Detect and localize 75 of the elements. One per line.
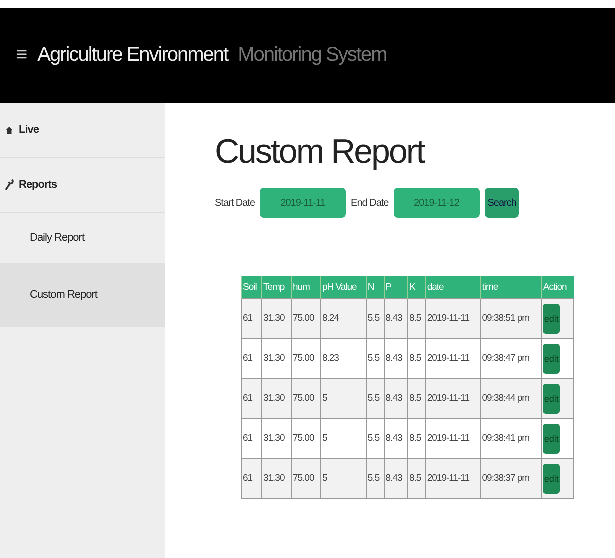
table-cell: 09:38:41 pm: [480, 418, 542, 458]
table-cell: 5: [320, 418, 366, 458]
table-cell: 31.30: [262, 298, 292, 338]
table-cell: 2019-11-11: [426, 378, 481, 418]
table-cell: 75.00: [291, 418, 321, 458]
column-header: K: [408, 276, 426, 298]
page-title: Custom Report: [215, 133, 426, 172]
table-cell: 75.00: [291, 338, 321, 378]
table-cell: 2019-11-11: [426, 338, 481, 378]
table-cell: 8.5: [408, 458, 426, 498]
table-cell: 61: [242, 378, 262, 418]
column-header: date: [426, 276, 481, 298]
edit-button[interactable]: edit: [543, 304, 560, 334]
table-cell: 09:38:37 pm: [480, 458, 542, 498]
sidebar-item[interactable]: Reports: [0, 158, 165, 213]
table-cell: 8.23: [320, 338, 366, 378]
app-subtitle: Monitoring System: [238, 44, 387, 67]
table-cell: 09:38:47 pm: [480, 338, 542, 378]
edit-button[interactable]: edit: [543, 384, 560, 414]
menu-icon[interactable]: ≡: [16, 44, 28, 67]
start-date-field[interactable]: 2019-11-11: [260, 188, 346, 218]
home-icon: [5, 126, 14, 134]
table-cell: 31.30: [262, 418, 292, 458]
table-cell: 8.43: [384, 458, 408, 498]
column-header: hum: [291, 276, 321, 298]
table-cell: 5.5: [366, 378, 384, 418]
table-cell: 75.00: [291, 458, 321, 498]
table-cell: 5: [320, 458, 366, 498]
table-cell: 8.43: [384, 298, 408, 338]
table-cell: 8.5: [408, 378, 426, 418]
column-header: Soil: [242, 276, 262, 298]
end-date-field[interactable]: 2019-11-12: [394, 188, 480, 218]
sidebar-item[interactable]: Custom Report: [0, 263, 165, 327]
edit-button[interactable]: edit: [543, 424, 560, 454]
table-cell: 2019-11-11: [426, 298, 481, 338]
edit-button[interactable]: edit: [543, 464, 560, 494]
table-cell: 61: [242, 338, 262, 378]
table-cell: 61: [242, 418, 262, 458]
table-cell: 09:38:51 pm: [480, 298, 542, 338]
table-cell: 8.43: [384, 338, 408, 378]
table-cell: 8.43: [384, 378, 408, 418]
table-cell: 2019-11-11: [426, 458, 481, 498]
table-cell: 5.5: [366, 338, 384, 378]
table-cell: 75.00: [291, 378, 321, 418]
table-cell: 8.24: [320, 298, 366, 338]
table-cell: 09:38:44 pm: [480, 378, 542, 418]
search-button[interactable]: Search: [484, 188, 520, 218]
end-date-label: End Date: [351, 198, 389, 208]
table-cell: 61: [242, 298, 262, 338]
edit-button[interactable]: edit: [543, 344, 560, 374]
table-cell: 5: [320, 378, 366, 418]
app-title: Agriculture Environment: [38, 44, 228, 67]
table-cell: 8.5: [408, 418, 426, 458]
column-header: N: [366, 276, 384, 298]
table-cell: 2019-11-11: [426, 418, 481, 458]
table-cell: 8.5: [408, 298, 426, 338]
table-cell: 31.30: [262, 458, 292, 498]
table-cell: 75.00: [291, 298, 321, 338]
table-cell: 5.5: [366, 458, 384, 498]
table-cell: 8.5: [408, 338, 426, 378]
wrench-icon: [5, 179, 14, 191]
column-header: pH Value: [320, 276, 366, 298]
column-header: time: [480, 276, 542, 298]
start-date-label: Start Date: [215, 198, 256, 208]
table-cell: 31.30: [262, 378, 292, 418]
table-cell: 8.43: [384, 418, 408, 458]
sidebar-item[interactable]: Daily Report: [0, 213, 165, 263]
table-cell: 5.5: [366, 418, 384, 458]
sidebar-item[interactable]: Live: [0, 103, 165, 158]
table-cell: 5.5: [366, 298, 384, 338]
table-cell: 31.30: [262, 338, 292, 378]
column-header: P: [384, 276, 408, 298]
column-header: Temp: [262, 276, 292, 298]
column-header: Action: [542, 276, 574, 298]
table-cell: 61: [242, 458, 262, 498]
